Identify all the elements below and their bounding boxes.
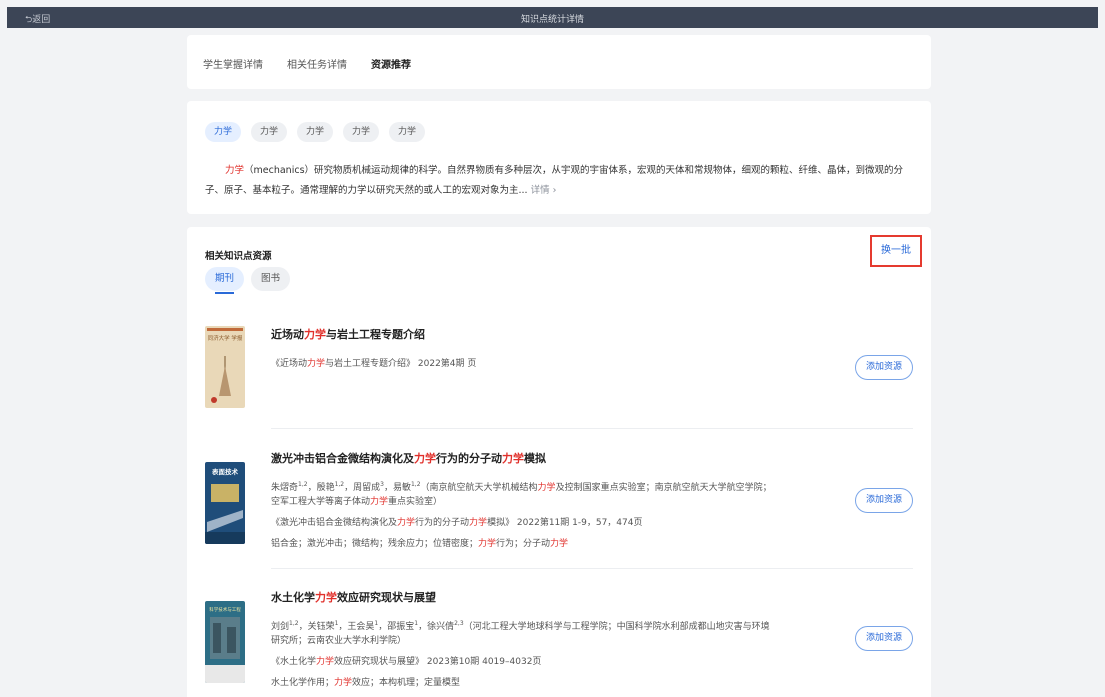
tab-student-mastery[interactable]: 学生掌握详情 <box>203 56 263 71</box>
item-divider <box>271 428 913 429</box>
top-bar: ⮌返回 知识点统计详情 <box>7 7 1098 28</box>
resource-title[interactable]: 近场动力学与岩土工程专题介绍 <box>271 326 425 342</box>
resource-item: 同济大学 学报 近场动力学与岩土工程专题介绍 《近场动力学与岩土工程专题介绍》 … <box>205 326 913 416</box>
add-resource-button[interactable]: 添加资源 <box>855 626 913 651</box>
knowledge-intro-card: 力学 力学 力学 力学 力学 力学（mechanics）研究物质机械运动规律的科… <box>187 101 931 214</box>
journal-cover-image: 同济大学 学报 <box>205 326 245 408</box>
resource-item: 科学技术与工程 水土化学力学效应研究现状与展望 刘剑1,2，关钰荣1，王会昊1，… <box>205 589 913 697</box>
knowledge-description: 力学（mechanics）研究物质机械运动规律的科学。自然界物质有多种层次，从宇… <box>205 161 915 201</box>
resources-title: 相关知识点资源 <box>205 251 272 262</box>
resource-authors-cont: 空军工程大学等离子体动力学重点实验室） <box>271 497 443 507</box>
knowledge-chip[interactable]: 力学 <box>205 122 242 142</box>
active-tab-underline <box>215 292 235 294</box>
journal-cover-image: 科学技术与工程 <box>205 601 245 683</box>
refresh-batch-button[interactable]: 换一批 <box>870 235 922 267</box>
tabs-card: 学生掌握详情 相关任务详情 资源推荐 <box>187 35 931 89</box>
add-resource-button[interactable]: 添加资源 <box>855 355 913 380</box>
knowledge-chip[interactable]: 力学 <box>389 122 426 142</box>
resource-source: 《水土化学力学效应研究现状与展望》 2023第10期 4019–4032页 <box>271 657 542 667</box>
tab-related-tasks[interactable]: 相关任务详情 <box>287 56 347 71</box>
tab-resource-recommend[interactable]: 资源推荐 <box>371 56 411 71</box>
resource-authors: 朱熠奇1,2，殷艳1,2，周留成3，易敏1,2（南京航空航天大学机械结构力学及控… <box>271 481 772 494</box>
description-term: 力学 <box>225 165 245 176</box>
page-title: 知识点统计详情 <box>520 15 584 25</box>
knowledge-chip[interactable]: 力学 <box>297 122 334 142</box>
resource-title[interactable]: 激光冲击铝合金微结构演化及力学行为的分子动力学模拟 <box>271 450 546 466</box>
knowledge-chip[interactable]: 力学 <box>251 122 288 142</box>
journal-cover-image: 表面技术 <box>205 462 245 544</box>
resource-source: 《近场动力学与岩土工程专题介绍》 2022第4期 页 <box>271 359 477 369</box>
resource-authors: 刘剑1,2，关钰荣1，王会昊1，邵振宝1，徐兴倩2,3（河北工程大学地球科学与工… <box>271 620 770 633</box>
add-resource-button[interactable]: 添加资源 <box>855 488 913 513</box>
description-more-link[interactable]: 详情 › <box>531 185 557 196</box>
cover-title-text: 表面技术 <box>211 467 239 476</box>
tab-journal[interactable]: 期刊 <box>205 267 245 294</box>
cover-title-text: 科学技术与工程 <box>209 606 241 613</box>
cover-title-text: 同济大学 学报 <box>208 334 243 342</box>
resource-keywords: 水土化学作用；力学效应；本构机理；定量模型 <box>271 678 461 688</box>
item-divider <box>271 568 913 569</box>
resources-card: 相关知识点资源 换一批 期刊 图书 同济大学 学报 近场动力学与岩土工程专题介绍… <box>187 227 931 697</box>
tab-journal-label: 期刊 <box>215 273 235 284</box>
tab-book[interactable]: 图书 <box>251 267 291 291</box>
resource-title[interactable]: 水土化学力学效应研究现状与展望 <box>271 589 436 605</box>
knowledge-chip[interactable]: 力学 <box>343 122 380 142</box>
resource-authors-cont: 研究所；云南农业大学水利学院） <box>271 636 407 646</box>
resource-item: 表面技术 激光冲击铝合金微结构演化及力学行为的分子动力学模拟 朱熠奇1,2，殷艳… <box>205 450 913 560</box>
resource-keywords: 铝合金；激光冲击；微结构；残余应力；位错密度；力学行为；分子动力学 <box>271 539 569 549</box>
resource-source: 《激光冲击铝合金微结构演化及力学行为的分子动力学模拟》 2022第11期 1-9… <box>271 518 643 528</box>
